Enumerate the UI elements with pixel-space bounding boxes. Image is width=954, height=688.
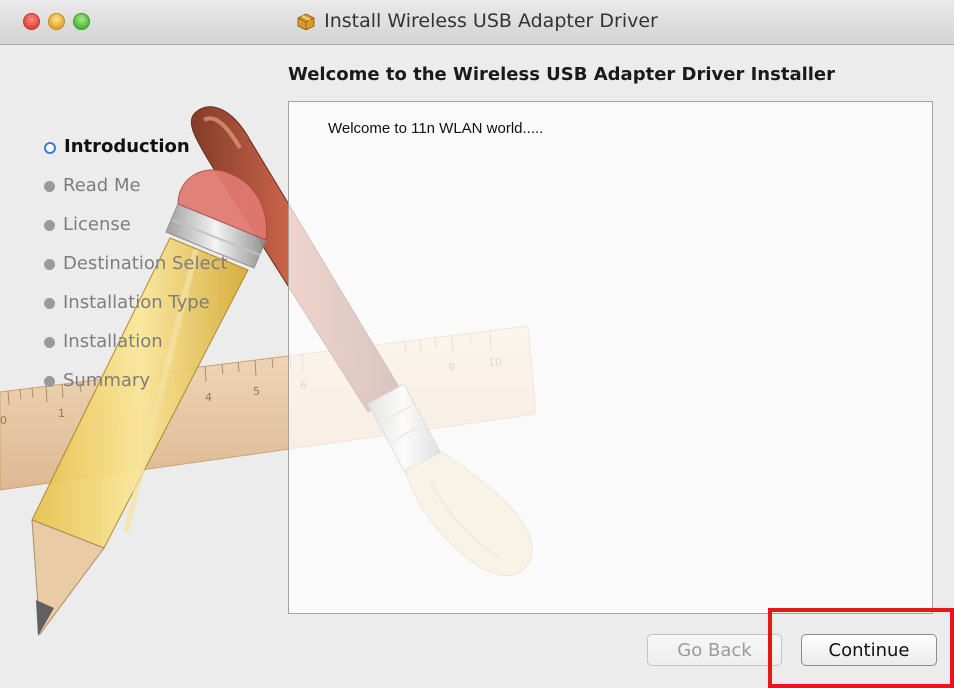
go-back-button[interactable]: Go Back — [647, 634, 782, 666]
annotation-highlight-box — [768, 608, 954, 688]
step-pending-icon — [44, 220, 55, 231]
step-installation-type: Installation Type — [44, 292, 228, 331]
step-label: Introduction — [64, 136, 190, 157]
step-summary: Summary — [44, 370, 228, 409]
content-panel[interactable]: Welcome to 11n WLAN world..... — [288, 101, 933, 614]
welcome-text: Welcome to 11n WLAN world..... — [328, 120, 544, 137]
step-label: Summary — [63, 370, 150, 391]
step-destination-select: Destination Select — [44, 253, 228, 292]
step-label: Destination Select — [63, 253, 228, 274]
step-license: License — [44, 214, 228, 253]
step-label: License — [63, 214, 131, 235]
step-pending-icon — [44, 376, 55, 387]
step-installation: Installation — [44, 331, 228, 370]
step-pending-icon — [44, 259, 55, 270]
step-label: Installation — [63, 331, 163, 352]
step-pending-icon — [44, 337, 55, 348]
title-bar[interactable]: Install Wireless USB Adapter Driver — [0, 0, 954, 45]
step-label: Read Me — [63, 175, 141, 196]
step-introduction: Introduction — [44, 136, 228, 175]
window-title: Install Wireless USB Adapter Driver — [324, 10, 658, 32]
ruler-tick-5: 5 — [253, 385, 260, 398]
ruler-tick-0: 0 — [0, 414, 7, 427]
installer-window: Install Wireless USB Adapter Driver 0 1 … — [0, 0, 954, 688]
window-title-wrap: Install Wireless USB Adapter Driver — [0, 10, 954, 32]
installer-heading: Welcome to the Wireless USB Adapter Driv… — [288, 64, 836, 85]
step-pending-icon — [44, 181, 55, 192]
package-icon — [297, 13, 315, 30]
step-read-me: Read Me — [44, 175, 228, 214]
step-label: Installation Type — [63, 292, 210, 313]
installer-steps: Introduction Read Me License Destination… — [44, 136, 228, 409]
step-current-icon — [44, 142, 56, 154]
step-pending-icon — [44, 298, 55, 309]
